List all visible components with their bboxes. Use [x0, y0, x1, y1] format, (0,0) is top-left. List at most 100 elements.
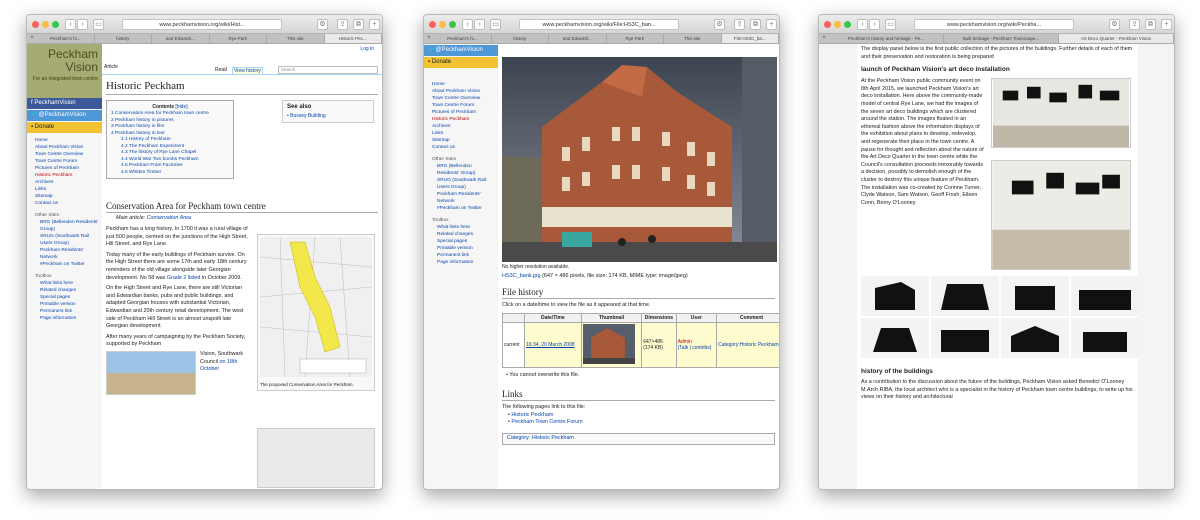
tab-close-icon[interactable]: × — [819, 34, 829, 43]
nav-link[interactable]: Printable version — [35, 301, 99, 308]
address-bar[interactable]: www.peckhamvision.org/wiki/Hist... — [122, 19, 282, 30]
nav-link[interactable]: Pictures of Peckham — [35, 165, 99, 172]
conservation-map-image[interactable] — [259, 236, 373, 378]
nav-link[interactable]: Home — [35, 137, 99, 144]
nav-link[interactable]: Sitemap — [35, 193, 99, 200]
file-link[interactable]: HS3C_bank.jpg — [502, 273, 541, 279]
nav-link[interactable]: About Peckham Vision — [35, 144, 99, 151]
tabs-icon[interactable]: ⧉ — [750, 19, 761, 30]
nav-link[interactable]: Permanent link — [35, 308, 99, 315]
back-icon[interactable]: ‹ — [462, 19, 473, 30]
tab[interactable]: Peckham's hi... — [434, 34, 492, 43]
toc-subitem[interactable]: 4.6 Whitten Timber — [111, 170, 229, 177]
tab[interactable]: Peckham's hi... — [37, 34, 95, 43]
sidebar-icon[interactable]: ▭ — [490, 19, 501, 30]
close-icon[interactable] — [429, 21, 436, 28]
minimize-icon[interactable] — [42, 21, 49, 28]
tab[interactable]: Built heritage - Peckham Townscape... — [944, 34, 1059, 43]
nav-link[interactable]: Town Centre Overview — [432, 95, 495, 102]
gallery-image[interactable] — [1071, 318, 1139, 359]
close-icon[interactable] — [32, 21, 39, 28]
tab[interactable]: history — [492, 34, 549, 43]
new-tab-icon[interactable]: + — [1161, 19, 1172, 30]
installation-photo-1[interactable] — [991, 78, 1131, 149]
twitter-button[interactable]: 🐦@PeckhamVision — [424, 45, 498, 56]
gallery-image[interactable] — [1001, 318, 1069, 359]
nav-link[interactable]: Links — [432, 130, 495, 137]
nav-link[interactable]: BRG (Bellenden Residents' Group) — [432, 163, 495, 177]
see-also-link[interactable]: Bussey Building — [290, 113, 326, 119]
nav-link[interactable]: Town Centre Overview — [35, 151, 99, 158]
nav-link[interactable]: Archives — [35, 179, 99, 186]
user-talk-link[interactable]: (Talk | contribs) — [678, 345, 715, 351]
link-item[interactable]: Historic Peckham — [511, 412, 553, 418]
facebook-button[interactable]: f PeckhamVision — [27, 98, 102, 109]
forward-icon[interactable]: › — [869, 19, 880, 30]
gear-icon[interactable]: ⚙ — [1109, 19, 1120, 30]
tabs-icon[interactable]: ⧉ — [353, 19, 364, 30]
nav-link[interactable]: Home — [432, 81, 495, 88]
new-tab-icon[interactable]: + — [766, 19, 777, 30]
share-icon[interactable]: ⇪ — [734, 19, 745, 30]
nav-link[interactable]: #Peckham on Twitter — [35, 261, 99, 268]
nav-link[interactable]: Peckham Residents' Network — [35, 247, 99, 261]
nav-link[interactable]: Town Centre Forum — [35, 158, 99, 165]
back-icon[interactable]: ‹ — [65, 19, 76, 30]
donate-button[interactable]: ▪ Donate — [27, 122, 102, 133]
tab[interactable]: This site — [664, 34, 722, 43]
donate-button[interactable]: ▪ Donate — [424, 57, 498, 68]
main-article-link[interactable]: Conservation Area — [147, 215, 191, 221]
search-input[interactable]: Search — [278, 66, 378, 74]
tab[interactable]: and Edwardi... — [152, 34, 210, 43]
bank-building-photo[interactable] — [502, 57, 777, 262]
nav-link[interactable]: Page information — [432, 259, 495, 266]
nav-link[interactable]: What links here — [35, 280, 99, 287]
nav-link[interactable]: About Peckham Vision — [432, 88, 495, 95]
sidebar-icon[interactable]: ▭ — [93, 19, 104, 30]
minimize-icon[interactable] — [834, 21, 841, 28]
tab[interactable]: and Edwardi... — [549, 34, 607, 43]
gallery-image[interactable] — [861, 318, 929, 359]
tab-close-icon[interactable]: × — [27, 34, 37, 43]
tab[interactable]: This site — [267, 34, 325, 43]
nav-link[interactable]: Special pages — [35, 294, 99, 301]
tab[interactable]: history — [95, 34, 152, 43]
tab-read[interactable]: Read — [215, 67, 227, 73]
nav-link[interactable]: Links — [35, 186, 99, 193]
gallery-image[interactable] — [931, 276, 999, 317]
zoom-icon[interactable] — [844, 21, 851, 28]
nav-link[interactable]: Page information — [35, 315, 99, 322]
login-link[interactable]: Log in — [360, 46, 374, 52]
toc-hide-link[interactable]: [hide] — [175, 104, 187, 110]
close-icon[interactable] — [824, 21, 831, 28]
twitter-button[interactable]: 🐦@PeckhamVision — [27, 110, 102, 121]
nav-link-current[interactable]: Historic Peckham — [432, 116, 495, 123]
category-label[interactable]: Category: — [507, 435, 530, 441]
installation-photo-2[interactable] — [991, 160, 1131, 271]
map-thumbnail-2[interactable] — [257, 428, 375, 488]
address-bar[interactable]: www.peckhamvision.org/wiki/File:HS3C_ban… — [519, 19, 679, 30]
new-tab-icon[interactable]: + — [369, 19, 380, 30]
nav-link[interactable]: Related changes — [432, 231, 495, 238]
nav-link[interactable]: Special pages — [432, 238, 495, 245]
nav-link[interactable]: What links here — [432, 224, 495, 231]
zoom-icon[interactable] — [449, 21, 456, 28]
nav-link[interactable]: SRUG (Southwark Rail Users Group) — [35, 233, 99, 247]
nav-link-current[interactable]: Historic Peckham — [35, 172, 99, 179]
address-bar[interactable]: www.peckhamvision.org/wiki/Peckha... — [914, 19, 1074, 30]
nav-link[interactable]: Related changes — [35, 287, 99, 294]
nav-link[interactable]: #Peckham on Twitter — [432, 205, 495, 212]
nav-link[interactable]: SRUG (Southwark Rail Users Group) — [432, 177, 495, 191]
tab-close-icon[interactable]: × — [424, 34, 434, 43]
gallery-image[interactable] — [861, 276, 929, 317]
nav-link[interactable]: Printable version — [432, 245, 495, 252]
tab[interactable]: Rye Park — [210, 34, 267, 43]
thumbnail-image[interactable] — [582, 323, 635, 364]
zoom-icon[interactable] — [52, 21, 59, 28]
date-link[interactable]: 16:34, 20 March 2008 — [526, 342, 575, 348]
gallery-image[interactable] — [1001, 276, 1069, 317]
nav-link[interactable]: Town Centre Forum — [432, 102, 495, 109]
link-item[interactable]: Peckham Town Centre Forum — [511, 419, 582, 425]
category-link[interactable]: Historic Peckham — [532, 435, 574, 441]
nav-link[interactable]: Contact us — [432, 144, 495, 151]
